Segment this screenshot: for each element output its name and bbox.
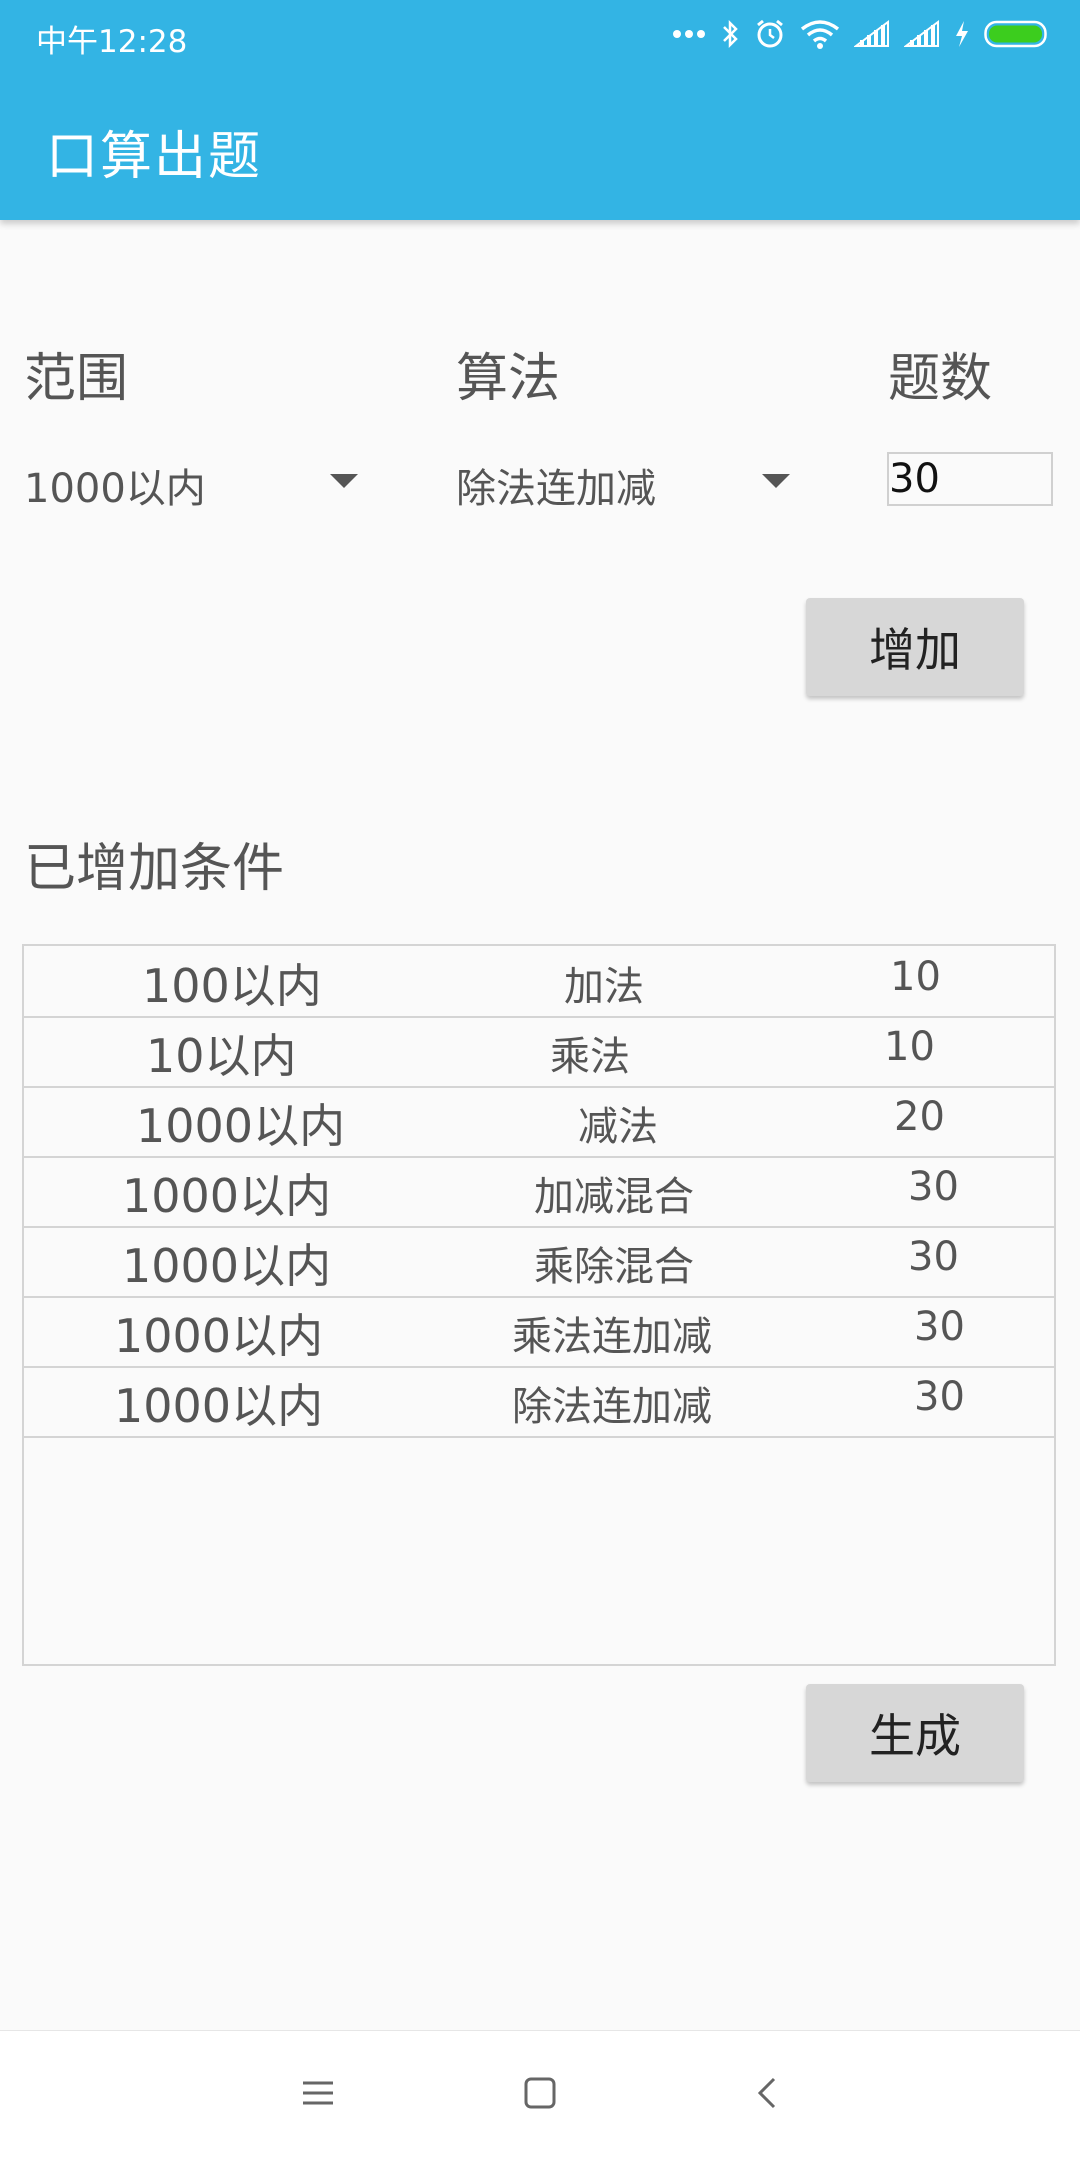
conditions-table: 100以内 加法 10 10以内 乘法 10 1000以内 减法 20 1000… — [22, 944, 1056, 1666]
operation-spinner-value: 除法连加减 — [456, 466, 656, 512]
row-range: 1000以内 — [114, 1309, 324, 1363]
app-bar: 中午12:28 口算出题 — [0, 0, 1080, 220]
row-range: 1000以内 — [122, 1169, 332, 1223]
count-input[interactable] — [887, 452, 1053, 506]
battery-icon — [984, 20, 1050, 48]
add-button[interactable]: 增加 — [806, 598, 1024, 696]
alarm-icon — [754, 18, 786, 50]
home-icon[interactable] — [522, 2075, 558, 2115]
row-operation: 乘法 — [550, 1034, 630, 1080]
more-dots-icon — [672, 29, 706, 39]
navigation-bar — [0, 2030, 1080, 2160]
row-count: 30 — [914, 1374, 965, 1420]
row-range: 1000以内 — [122, 1239, 332, 1293]
table-row[interactable]: 1000以内 减法 20 — [24, 1086, 1054, 1158]
table-row[interactable]: 1000以内 乘法连加减 30 — [24, 1296, 1054, 1368]
row-count: 20 — [894, 1094, 945, 1140]
dropdown-arrow-icon — [330, 474, 358, 488]
bluetooth-icon — [720, 18, 740, 50]
row-operation: 乘法连加减 — [512, 1314, 712, 1360]
row-operation: 减法 — [578, 1104, 658, 1150]
table-row[interactable]: 1000以内 乘除混合 30 — [24, 1226, 1054, 1298]
row-range: 100以内 — [142, 959, 322, 1013]
table-row[interactable]: 1000以内 加减混合 30 — [24, 1156, 1054, 1228]
menu-icon[interactable] — [300, 2075, 336, 2115]
added-conditions-title: 已增加条件 — [24, 839, 285, 899]
row-count: 30 — [908, 1164, 959, 1210]
operation-spinner[interactable]: 除法连加减 — [456, 450, 796, 520]
range-spinner-value: 1000以内 — [24, 466, 206, 512]
table-row[interactable]: 1000以内 除法连加减 30 — [24, 1366, 1054, 1438]
row-count: 30 — [914, 1304, 965, 1350]
table-row[interactable]: 10以内 乘法 10 — [24, 1016, 1054, 1088]
charging-icon — [954, 20, 970, 48]
status-icons — [672, 14, 1050, 54]
range-label: 范围 — [24, 349, 129, 409]
status-time: 中午12:28 — [36, 24, 188, 60]
table-row[interactable]: 100以内 加法 10 — [24, 946, 1054, 1018]
wifi-icon — [800, 19, 840, 49]
row-operation: 加法 — [564, 964, 644, 1010]
row-range: 1000以内 — [114, 1379, 324, 1433]
row-range: 1000以内 — [136, 1099, 346, 1153]
screen: 中午12:28 口算出题 范围 算法 题数 1000以内 除法连加减 30 增加… — [0, 0, 1080, 2160]
row-count: 30 — [908, 1234, 959, 1280]
app-title: 口算出题 — [46, 127, 263, 187]
range-spinner[interactable]: 1000以内 — [24, 450, 364, 520]
generate-button[interactable]: 生成 — [806, 1684, 1024, 1782]
row-count: 10 — [884, 1024, 935, 1070]
operation-label: 算法 — [456, 349, 561, 409]
signal-icon — [854, 20, 890, 48]
dropdown-arrow-icon — [762, 474, 790, 488]
signal-icon — [904, 20, 940, 48]
row-operation: 除法连加减 — [512, 1384, 712, 1430]
row-range: 10以内 — [146, 1029, 297, 1083]
count-label: 题数 — [888, 349, 993, 409]
row-count: 10 — [890, 954, 941, 1000]
row-operation: 乘除混合 — [534, 1244, 694, 1290]
row-operation: 加减混合 — [534, 1174, 694, 1220]
back-icon[interactable] — [750, 2075, 786, 2115]
